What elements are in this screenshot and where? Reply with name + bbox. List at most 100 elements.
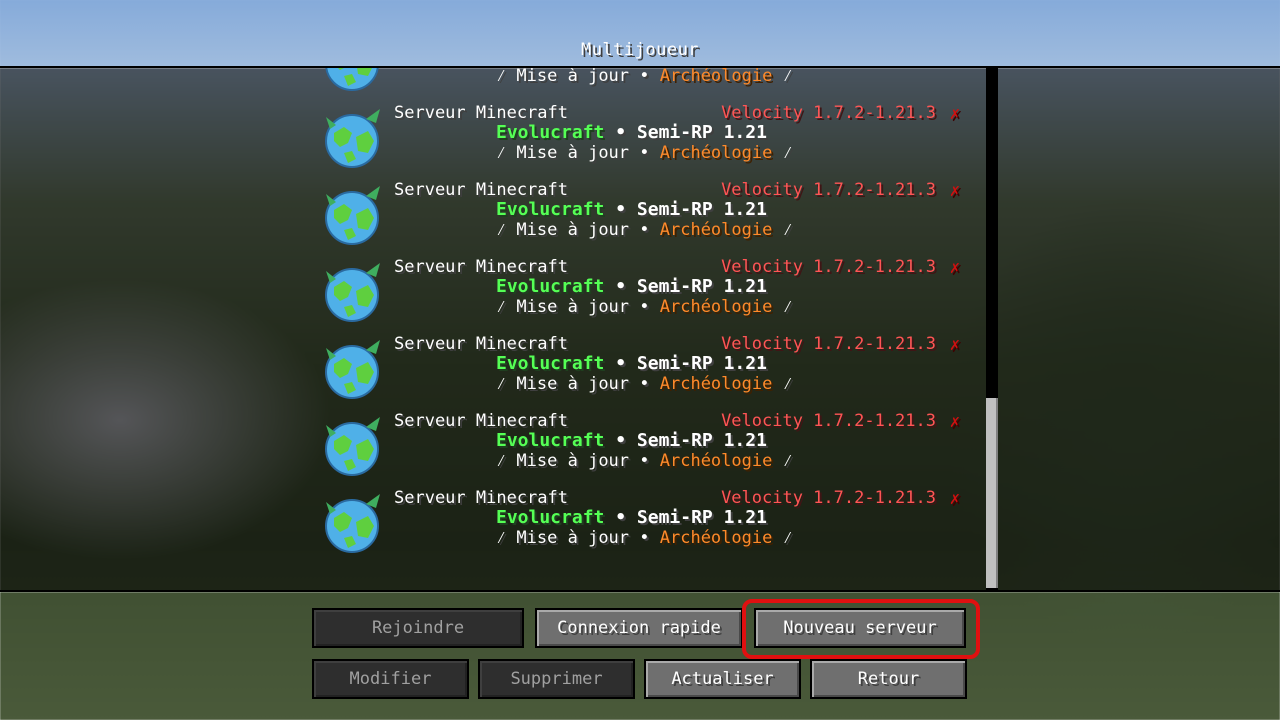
motd-separator: • — [604, 507, 637, 528]
motd-update-label: ⁄ Mise à jour — [496, 451, 630, 471]
no-connection-icon: ✗ — [949, 335, 960, 355]
motd-update-label: ⁄ Mise à jour — [496, 528, 630, 548]
server-version: Velocity 1.7.2-1.21.3 — [721, 488, 936, 508]
server-version: Velocity 1.7.2-1.21.3 — [721, 257, 936, 277]
add-server-highlight — [742, 599, 980, 659]
motd-update-label: ⁄ Mise à jour — [496, 66, 630, 86]
server-motd-line2: ⁄ Mise à jour • Archéologie ⁄ — [496, 66, 793, 87]
no-connection-icon: ✗ — [949, 181, 960, 201]
delete-button[interactable]: Supprimer — [478, 659, 635, 699]
motd-server-brand: Evolucraft — [496, 353, 605, 374]
join-button[interactable]: Rejoindre — [312, 608, 524, 648]
server-name: Serveur Minecraft — [394, 334, 568, 354]
server-motd-line1: Evolucraft • Semi-RP 1.21 — [496, 353, 767, 374]
globe-icon — [322, 184, 384, 246]
back-button[interactable]: Retour — [810, 659, 967, 699]
motd-separator: • — [604, 353, 637, 374]
server-version: Velocity 1.7.2-1.21.3 — [721, 334, 936, 354]
motd-decoration: ⁄ — [772, 143, 793, 163]
motd-update-name: Archéologie — [659, 66, 773, 86]
server-motd-line1: Evolucraft • Semi-RP 1.21 — [496, 122, 767, 143]
server-motd-line2: ⁄ Mise à jour • Archéologie ⁄ — [496, 528, 793, 549]
server-motd-line1: Evolucraft • Semi-RP 1.21 — [496, 507, 767, 528]
motd-separator: • — [629, 143, 660, 163]
server-motd-line2: ⁄ Mise à jour • Archéologie ⁄ — [496, 451, 793, 472]
motd-separator: • — [629, 451, 660, 471]
server-name: Serveur Minecraft — [394, 180, 568, 200]
motd-update-name: Archéologie — [659, 528, 773, 548]
motd-update-name: Archéologie — [659, 451, 773, 471]
motd-separator: • — [629, 374, 660, 394]
server-name: Serveur Minecraft — [394, 488, 568, 508]
motd-separator: • — [604, 122, 637, 143]
server-entry[interactable]: Evolucraft • Semi-RP 1.21⁄ Mise à jour •… — [320, 66, 970, 103]
globe-icon — [322, 261, 384, 323]
motd-separator: • — [604, 199, 637, 220]
server-rows: Evolucraft • Semi-RP 1.21⁄ Mise à jour •… — [320, 66, 970, 565]
server-entry[interactable]: Serveur Minecraft Velocity 1.7.2-1.21.3 ✗ E… — [320, 411, 970, 488]
server-motd-line2: ⁄ Mise à jour • Archéologie ⁄ — [496, 297, 793, 318]
motd-update-name: Archéologie — [659, 220, 773, 240]
server-name: Serveur Minecraft — [394, 411, 568, 431]
server-entry[interactable]: Serveur Minecraft Velocity 1.7.2-1.21.3 ✗ E… — [320, 257, 970, 334]
globe-icon — [322, 68, 384, 92]
motd-edition: Semi-RP 1.21 — [636, 199, 767, 220]
server-entry[interactable]: Serveur Minecraft Velocity 1.7.2-1.21.3 ✗ E… — [320, 103, 970, 180]
server-version: Velocity 1.7.2-1.21.3 — [721, 180, 936, 200]
motd-decoration: ⁄ — [772, 220, 793, 240]
motd-edition: Semi-RP 1.21 — [636, 507, 767, 528]
server-name: Serveur Minecraft — [394, 103, 568, 123]
globe-icon — [322, 492, 384, 554]
globe-icon — [322, 415, 384, 477]
server-name: Serveur Minecraft — [394, 257, 568, 277]
scrollbar-thumb[interactable] — [986, 398, 998, 588]
motd-server-brand: Evolucraft — [496, 122, 605, 143]
motd-update-name: Archéologie — [659, 374, 773, 394]
motd-separator: • — [629, 528, 660, 548]
no-connection-icon: ✗ — [949, 489, 960, 509]
server-motd-line1: Evolucraft • Semi-RP 1.21 — [496, 430, 767, 451]
server-version: Velocity 1.7.2-1.21.3 — [721, 411, 936, 431]
motd-decoration: ⁄ — [772, 528, 793, 548]
motd-update-label: ⁄ Mise à jour — [496, 374, 630, 394]
motd-server-brand: Evolucraft — [496, 276, 605, 297]
server-motd-line2: ⁄ Mise à jour • Archéologie ⁄ — [496, 220, 793, 241]
motd-update-name: Archéologie — [659, 297, 773, 317]
no-connection-icon: ✗ — [949, 258, 960, 278]
server-entry[interactable]: Serveur Minecraft Velocity 1.7.2-1.21.3 ✗ E… — [320, 180, 970, 257]
motd-edition: Semi-RP 1.21 — [636, 430, 767, 451]
motd-server-brand: Evolucraft — [496, 199, 605, 220]
motd-decoration: ⁄ — [772, 297, 793, 317]
page-title: Multijoueur — [580, 40, 700, 60]
motd-decoration: ⁄ — [772, 451, 793, 471]
server-version: Velocity 1.7.2-1.21.3 — [721, 103, 936, 123]
motd-update-label: ⁄ Mise à jour — [496, 220, 630, 240]
direct-connect-button[interactable]: Connexion rapide — [535, 608, 743, 648]
motd-edition: Semi-RP 1.21 — [636, 353, 767, 374]
server-entry[interactable]: Serveur Minecraft Velocity 1.7.2-1.21.3 ✗ E… — [320, 488, 970, 565]
server-motd-line2: ⁄ Mise à jour • Archéologie ⁄ — [496, 374, 793, 395]
globe-icon — [322, 107, 384, 169]
motd-separator: • — [604, 430, 637, 451]
motd-server-brand: Evolucraft — [496, 430, 605, 451]
server-list[interactable]: Evolucraft • Semi-RP 1.21⁄ Mise à jour •… — [0, 66, 1280, 592]
motd-update-label: ⁄ Mise à jour — [496, 297, 630, 317]
server-entry[interactable]: Serveur Minecraft Velocity 1.7.2-1.21.3 ✗ E… — [320, 334, 970, 411]
motd-update-label: ⁄ Mise à jour — [496, 143, 630, 163]
edit-button[interactable]: Modifier — [312, 659, 469, 699]
motd-separator: • — [629, 297, 660, 317]
server-motd-line2: ⁄ Mise à jour • Archéologie ⁄ — [496, 143, 793, 164]
motd-separator: • — [629, 66, 660, 86]
motd-separator: • — [629, 220, 660, 240]
motd-separator: • — [604, 276, 637, 297]
motd-decoration: ⁄ — [772, 66, 793, 86]
motd-update-name: Archéologie — [659, 143, 773, 163]
motd-decoration: ⁄ — [772, 374, 793, 394]
no-connection-icon: ✗ — [949, 104, 960, 124]
globe-icon — [322, 338, 384, 400]
server-motd-line1: Evolucraft • Semi-RP 1.21 — [496, 199, 767, 220]
motd-edition: Semi-RP 1.21 — [636, 276, 767, 297]
refresh-button[interactable]: Actualiser — [644, 659, 801, 699]
no-connection-icon: ✗ — [949, 412, 960, 432]
server-motd-line1: Evolucraft • Semi-RP 1.21 — [496, 276, 767, 297]
